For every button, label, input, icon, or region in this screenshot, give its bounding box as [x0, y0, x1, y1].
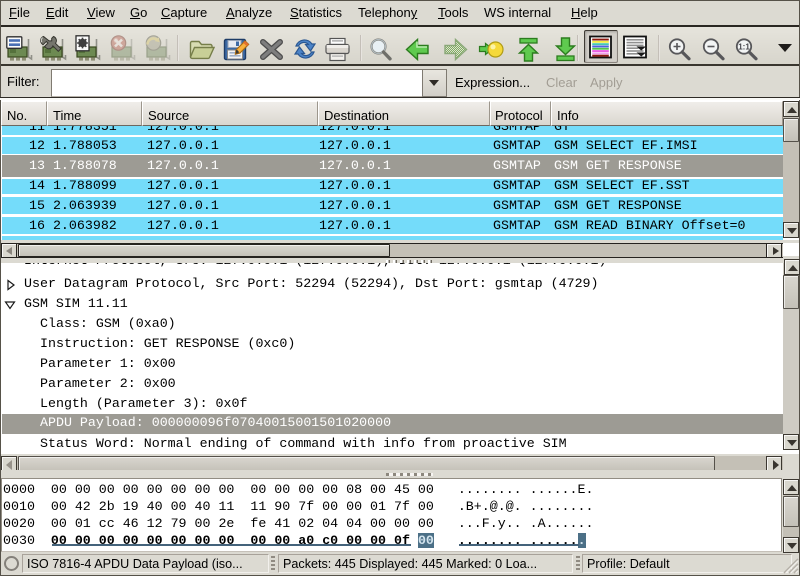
- svg-text:1:1: 1:1: [738, 43, 750, 52]
